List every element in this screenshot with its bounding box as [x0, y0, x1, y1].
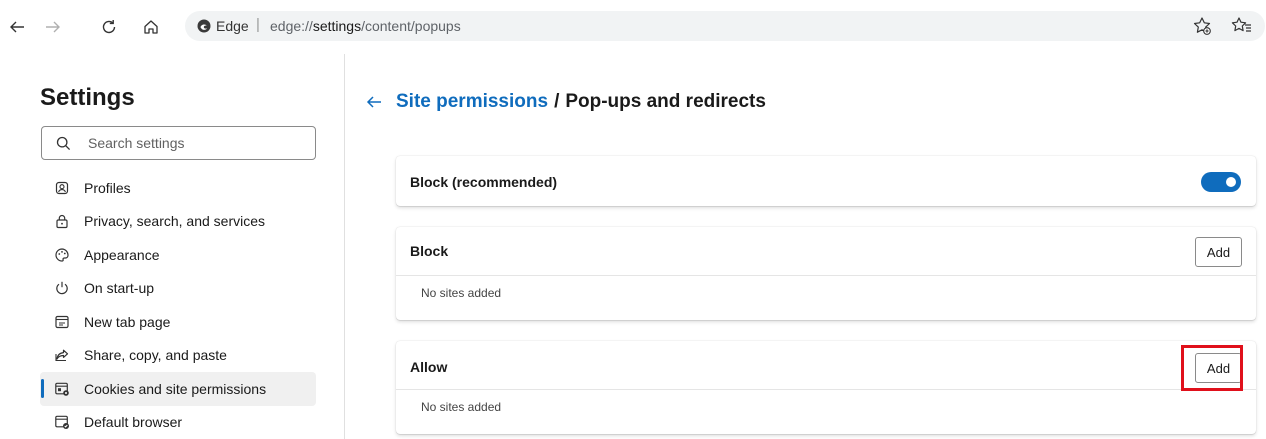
- palette-icon: [54, 247, 70, 263]
- add-favorite-button[interactable]: [1190, 14, 1214, 38]
- sidebar-item-label: Privacy, search, and services: [84, 213, 266, 230]
- lock-icon: [54, 213, 70, 229]
- block-empty-text: No sites added: [421, 286, 502, 300]
- sidebar-item-label: New tab page: [84, 313, 171, 330]
- search-input[interactable]: [88, 134, 308, 152]
- arrow-left-icon: [10, 21, 24, 33]
- sidebar-item-default-browser[interactable]: Default browser: [40, 406, 316, 439]
- sidebar-item-new-tab-page[interactable]: New tab page: [40, 305, 316, 339]
- address-separator: |: [256, 16, 260, 33]
- block-add-button[interactable]: Add: [1195, 237, 1242, 267]
- address-site-label: Edge: [216, 18, 249, 34]
- sidebar-item-cookies-site-permissions[interactable]: Cookies and site permissions: [40, 372, 316, 406]
- block-header-row: Block Add: [396, 227, 1256, 275]
- sidebar-item-label: Default browser: [84, 414, 183, 431]
- new-tab-icon: [54, 314, 70, 330]
- sidebar-item-label: Share, copy, and paste: [84, 347, 227, 364]
- settings-nav: Profiles Privacy, search, and services A…: [40, 171, 316, 439]
- address-url: edge://settings/content/popups: [270, 18, 461, 34]
- default-browser-icon: [54, 414, 70, 430]
- breadcrumb-separator: /: [554, 91, 560, 112]
- address-url-host: settings: [312, 18, 362, 34]
- settings-title: Settings: [40, 84, 135, 111]
- forward-button[interactable]: [40, 14, 66, 40]
- toggle-knob: [1226, 177, 1236, 187]
- allow-card: Allow Add No sites added: [396, 341, 1256, 434]
- allow-add-highlight: [1181, 345, 1243, 391]
- profile-icon: [54, 180, 70, 196]
- block-recommended-card: Block (recommended): [396, 156, 1256, 206]
- sidebar-item-share-copy-paste[interactable]: Share, copy, and paste: [40, 339, 316, 373]
- refresh-button[interactable]: [96, 14, 122, 40]
- address-bar[interactable]: Edge | edge://settings/content/popups: [185, 11, 1265, 41]
- sidebar-item-label: Cookies and site permissions: [84, 380, 267, 397]
- browser-toolbar: Edge | edge://settings/content/popups: [0, 0, 1266, 54]
- allow-title: Allow: [410, 359, 448, 375]
- main-content: Site permissions / Pop-ups and redirects…: [346, 54, 1266, 439]
- allow-empty-text: No sites added: [421, 400, 502, 414]
- share-icon: [54, 347, 70, 363]
- search-box[interactable]: [41, 126, 316, 160]
- home-button[interactable]: [138, 14, 164, 40]
- block-recommended-label: Block (recommended): [410, 174, 558, 190]
- block-recommended-row: Block (recommended): [396, 156, 1256, 206]
- block-empty-row: No sites added: [396, 276, 1256, 320]
- allow-empty-row: No sites added: [396, 390, 1256, 434]
- back-button[interactable]: [4, 14, 30, 40]
- sidebar-item-appearance[interactable]: Appearance: [40, 238, 316, 272]
- arrow-right-icon: [46, 21, 60, 33]
- sidebar-item-on-start-up[interactable]: On start-up: [40, 272, 316, 306]
- breadcrumb-site-permissions-link[interactable]: Site permissions: [396, 91, 548, 113]
- favorites-button[interactable]: [1230, 14, 1254, 38]
- block-card: Block Add No sites added: [396, 227, 1256, 320]
- block-title: Block: [410, 243, 449, 259]
- search-icon: [56, 136, 71, 151]
- page-title: Pop-ups and redirects: [565, 91, 766, 112]
- power-icon: [54, 280, 70, 296]
- address-url-prefix: edge://: [270, 18, 313, 34]
- sidebar-item-label: Profiles: [84, 179, 131, 196]
- favorites-list-icon: [1231, 17, 1251, 32]
- refresh-icon: [102, 20, 116, 34]
- sidebar-item-privacy[interactable]: Privacy, search, and services: [40, 205, 316, 239]
- block-recommended-toggle[interactable]: [1201, 172, 1241, 192]
- cookies-permissions-icon: [54, 381, 70, 397]
- settings-sidebar: Settings Profiles Privacy, search, and s…: [0, 54, 345, 439]
- address-url-path: /content/popups: [361, 18, 461, 34]
- allow-header-row: Allow Add: [396, 341, 1256, 389]
- sidebar-item-label: On start-up: [84, 280, 155, 297]
- sidebar-item-profiles[interactable]: Profiles: [40, 171, 316, 205]
- star-add-icon: [1193, 17, 1211, 35]
- sidebar-item-label: Appearance: [84, 246, 160, 263]
- edge-logo-icon: [197, 19, 211, 33]
- back-arrow-icon[interactable]: [364, 92, 384, 112]
- breadcrumb: Site permissions / Pop-ups and redirects: [364, 91, 766, 113]
- home-icon: [144, 20, 158, 34]
